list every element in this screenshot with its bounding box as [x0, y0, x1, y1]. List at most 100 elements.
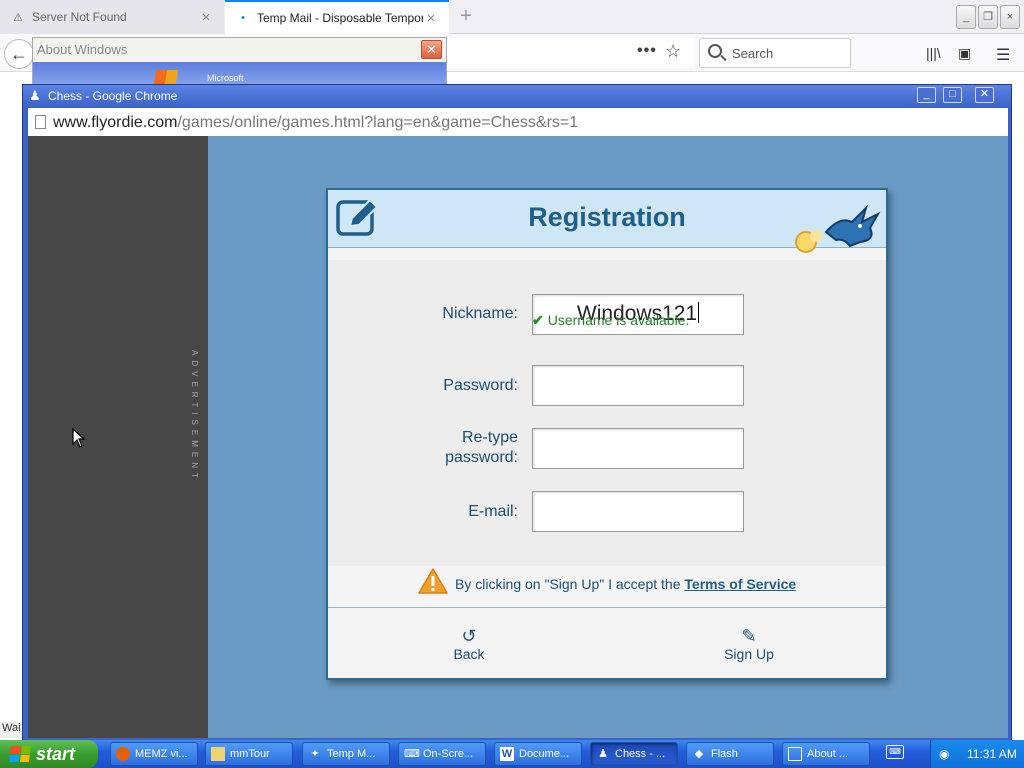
tab-server-not-found[interactable]: ⚠ Server Not Found × — [0, 0, 224, 34]
folder-icon — [211, 747, 225, 761]
sign-up-label: Sign Up — [724, 646, 774, 662]
taskbar: start MEMZ vi... mmTour ✦ Temp M... ⌨ On-S… — [0, 740, 1024, 768]
taskbar-item-label: Temp M... — [327, 748, 376, 760]
checkmark-icon: ✔ — [532, 312, 544, 328]
retype-password-input[interactable] — [532, 428, 744, 469]
arrow-left-icon: ← — [10, 44, 28, 64]
email-label: E-mail: — [468, 503, 518, 520]
taskbar-item-document[interactable]: W Docume... — [494, 742, 582, 766]
chess-pawn-icon: ♟ — [29, 88, 41, 103]
close-tab-icon[interactable]: × — [198, 9, 214, 26]
terms-text: By clicking on "Sign Up" I accept the Te… — [455, 576, 796, 592]
microsoft-brand: Microsoft — [207, 73, 244, 83]
maximize-button[interactable]: □ — [943, 87, 962, 103]
windows-logo-icon — [153, 70, 179, 84]
registration-dialog: Registration Nickname: Windows121 ✔ Usern… — [326, 188, 888, 680]
warning-icon — [418, 568, 448, 594]
terms-of-service-link[interactable]: Terms of Service — [684, 576, 796, 592]
minimize-button[interactable]: _ — [956, 5, 976, 29]
taskbar-item-on-screen-keyboard[interactable]: ⌨ On-Scre... — [398, 742, 486, 766]
advertisement-label: ADVERTISEMENT — [190, 350, 199, 483]
tab-label: Server Not Found — [32, 10, 127, 24]
loading-dot-icon: • — [241, 12, 245, 24]
keyboard-icon: ⌨ — [404, 748, 420, 760]
restore-button[interactable]: ❐ — [978, 5, 998, 29]
terms-prefix: By clicking on "Sign Up" I accept the — [455, 576, 685, 592]
sidebar-icon[interactable]: ▣ — [958, 45, 971, 62]
password-input[interactable] — [532, 365, 744, 406]
back-button[interactable]: ← — [4, 39, 34, 69]
close-button[interactable]: ✕ — [421, 40, 442, 59]
warning-icon: ⚠ — [13, 11, 23, 24]
keyboard-layout-icon[interactable]: ⌨ — [886, 745, 904, 759]
url-text[interactable]: www.flyordie.com/games/online/games.html… — [53, 114, 578, 132]
taskbar-item-flash[interactable]: ◆ Flash — [686, 742, 774, 766]
taskbar-item-label: Chess - ... — [615, 748, 666, 760]
volume-icon[interactable]: ◉ — [939, 747, 953, 761]
retype-label-line2: password: — [445, 449, 518, 466]
terms-notice: By clicking on "Sign Up" I accept the Te… — [328, 566, 886, 608]
taskbar-item-label: mmTour — [230, 748, 270, 760]
taskbar-item-mmtour[interactable]: mmTour — [205, 742, 293, 766]
chess-pawn-icon: ♟ — [598, 748, 608, 760]
search-icon — [708, 44, 722, 58]
app-icon: ✦ — [310, 748, 320, 760]
close-button[interactable]: ✕ — [975, 87, 994, 103]
registration-form: Nickname: Windows121 ✔ Username is availa… — [328, 260, 886, 566]
library-icon[interactable]: |||\ — [926, 45, 941, 61]
clock[interactable]: 11:31 AM — [967, 747, 1017, 761]
dialog-title: About Windows — [37, 42, 128, 57]
window-icon — [788, 747, 802, 761]
tab-temp-mail[interactable]: • Temp Mail - Disposable Temporary E × — [225, 0, 449, 34]
word-icon: W — [500, 747, 514, 761]
windows-flag-icon — [8, 746, 32, 762]
about-windows-dialog: About Windows ✕ Microsoft — [32, 37, 447, 88]
firefox-icon — [116, 747, 130, 761]
address-bar[interactable]: www.flyordie.com/games/online/games.html… — [28, 108, 1008, 136]
retype-password-label: Re-type password: — [328, 428, 518, 468]
search-placeholder: Search — [732, 46, 774, 61]
tab-label: Temp Mail - Disposable Temporary E — [257, 11, 423, 25]
advertisement-panel: ADVERTISEMENT — [28, 136, 208, 738]
back-label: Back — [453, 646, 485, 662]
search-box[interactable]: Search — [699, 38, 851, 68]
page-icon — [35, 115, 46, 129]
undo-arrow-icon: ↺ — [461, 626, 477, 646]
taskbar-item-chess[interactable]: ♟ Chess - ... — [590, 742, 678, 766]
mouse-cursor-icon — [72, 428, 86, 448]
taskbar-item-label: On-Scre... — [423, 748, 474, 760]
retype-label-line1: Re-type — [461, 429, 518, 446]
back-button[interactable]: ↺ Back — [424, 626, 514, 662]
url-bar[interactable]: ••• ☆ — [446, 38, 694, 68]
menu-icon[interactable]: ☰ — [996, 45, 1010, 65]
new-tab-button[interactable]: + — [455, 5, 477, 27]
taskbar-item-label: Flash — [711, 748, 738, 760]
dragon-mascot-icon — [795, 204, 881, 253]
taskbar-item-label: About ... — [807, 748, 848, 760]
taskbar-item-memz[interactable]: MEMZ vi... — [110, 742, 198, 766]
start-button[interactable]: start — [0, 740, 98, 768]
page-actions-icon[interactable]: ••• — [637, 42, 657, 60]
bookmark-star-icon[interactable]: ☆ — [665, 41, 681, 62]
availability-message: ✔ Username is available. — [532, 312, 689, 329]
flash-icon: ◆ — [694, 748, 704, 760]
close-tab-icon[interactable]: × — [423, 10, 439, 27]
text-caret — [698, 302, 700, 323]
taskbar-item-label: Docume... — [519, 748, 570, 760]
window-title-bar[interactable]: ♟ Chess - Google Chrome _ □ ✕ — [23, 85, 1011, 107]
system-tray: ◉ 11:31 AM — [930, 740, 1024, 768]
edit-icon: ✎ — [741, 626, 757, 646]
chrome-window: ♟ Chess - Google Chrome _ □ ✕ www.flyord… — [22, 84, 1012, 742]
sign-up-button[interactable]: ✎ Sign Up — [704, 626, 794, 662]
availability-text: Username is available. — [547, 312, 690, 328]
minimize-button[interactable]: _ — [917, 87, 936, 103]
taskbar-item-about[interactable]: About ... — [782, 742, 870, 766]
email-input[interactable] — [532, 491, 744, 532]
start-label: start — [36, 743, 76, 764]
firefox-tab-bar: ⚠ Server Not Found × • Temp Mail - Dispo… — [0, 0, 1024, 34]
taskbar-item-label: MEMZ vi... — [135, 748, 188, 760]
taskbar-item-temp-mail[interactable]: ✦ Temp M... — [302, 742, 390, 766]
url-host: www.flyordie.com — [53, 114, 178, 131]
close-button[interactable]: × — [1000, 5, 1020, 29]
registration-header: Registration — [328, 190, 886, 253]
